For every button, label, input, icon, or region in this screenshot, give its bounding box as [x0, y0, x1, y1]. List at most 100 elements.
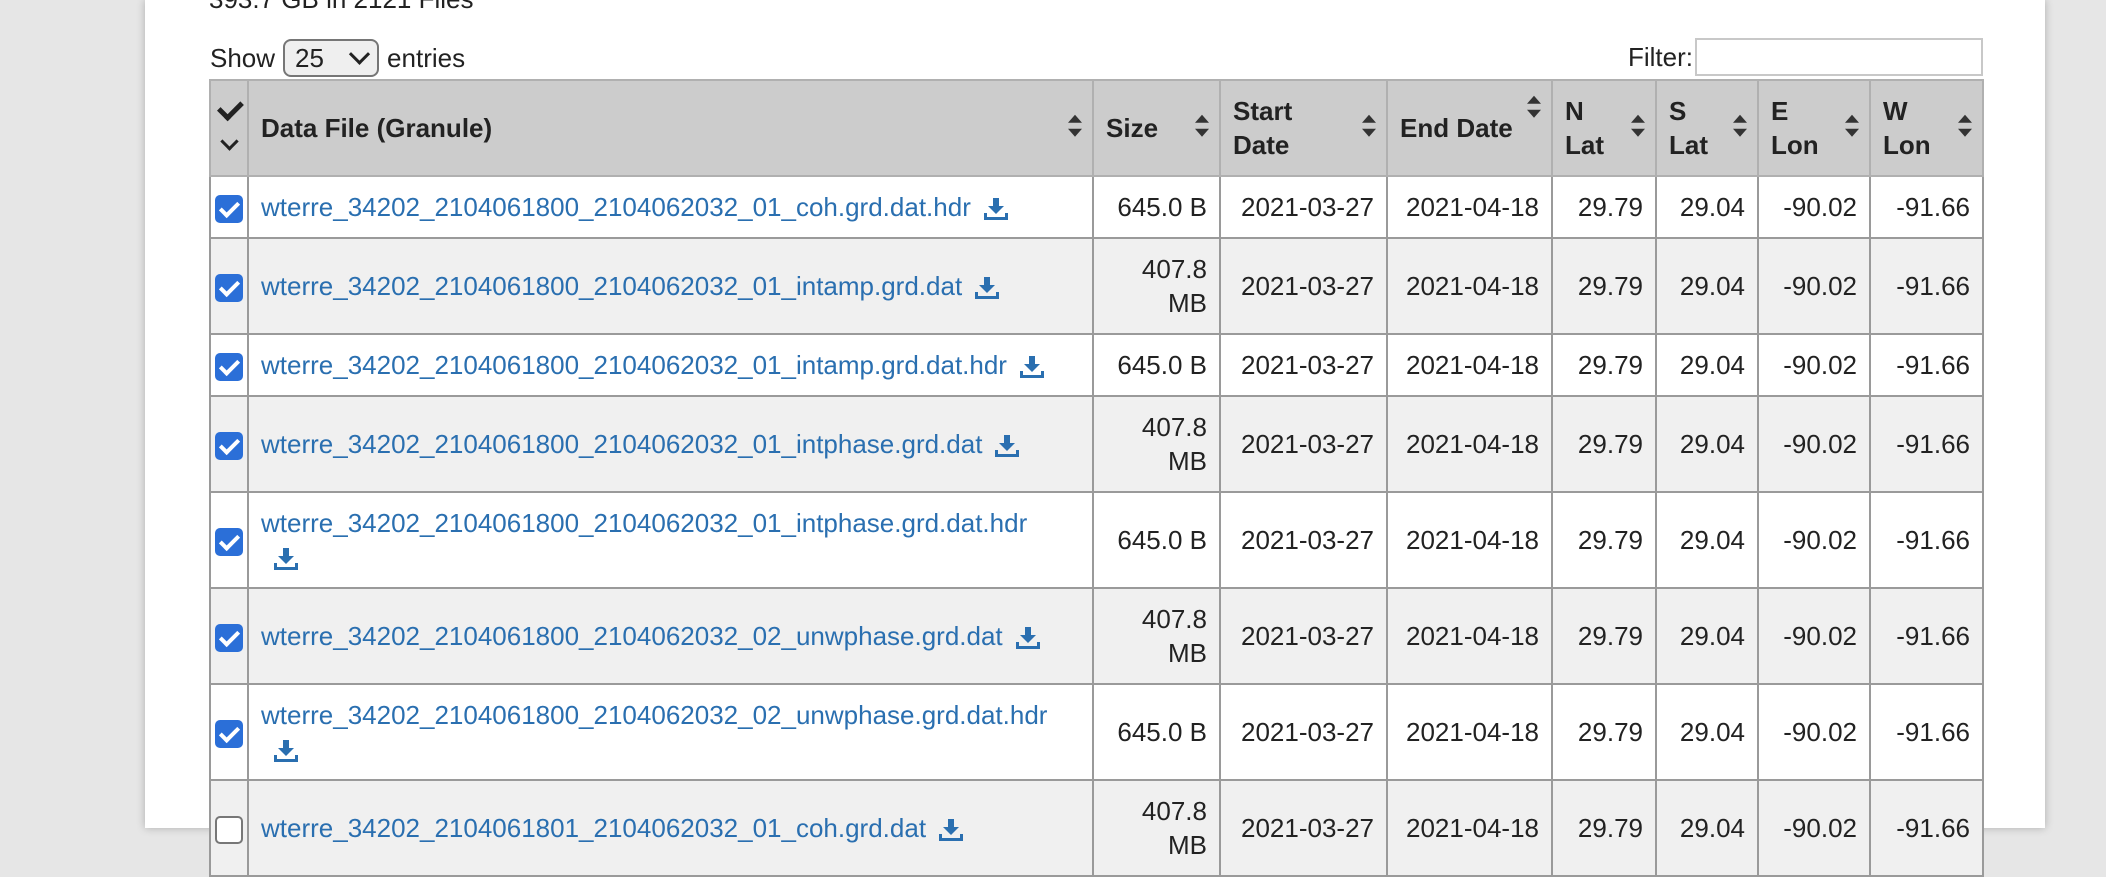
- row-checkbox[interactable]: [215, 353, 243, 382]
- granule-link[interactable]: wterre_34202_2104061800_2104062032_02_un…: [261, 700, 1047, 730]
- size-cell: 407.8 MB: [1092, 779, 1221, 877]
- sort-icon[interactable]: [1068, 114, 1082, 137]
- size-cell: 407.8 MB: [1092, 587, 1221, 685]
- end-date-cell: 2021-04-18: [1386, 395, 1553, 493]
- start-date-cell: 2021-03-27: [1219, 175, 1388, 239]
- w-lon-cell: -91.66: [1869, 779, 1984, 877]
- s-lat-cell: 29.04: [1655, 683, 1759, 781]
- filter-input[interactable]: [1695, 38, 1983, 76]
- column-header-end-date[interactable]: End Date: [1386, 79, 1553, 177]
- download-icon[interactable]: [273, 547, 299, 571]
- w-lon-cell: -91.66: [1869, 333, 1984, 397]
- download-icon[interactable]: [974, 276, 1000, 300]
- start-date-cell: 2021-03-27: [1219, 683, 1388, 781]
- chevron-down-icon: [348, 43, 371, 65]
- check-icon[interactable]: [217, 94, 244, 122]
- granule-link[interactable]: wterre_34202_2104061800_2104062032_01_in…: [261, 508, 1027, 538]
- column-header-file[interactable]: Data File (Granule): [247, 79, 1094, 177]
- row-checkbox[interactable]: [215, 195, 243, 224]
- size-cell: 407.8 MB: [1092, 395, 1221, 493]
- table-row: wterre_34202_2104061800_2104062032_01_in…: [209, 333, 1984, 397]
- granule-table: Data File (Granule) Size Start Date End …: [209, 79, 1984, 877]
- row-checkbox[interactable]: [215, 720, 243, 749]
- sort-icon[interactable]: [1733, 114, 1747, 137]
- s-lat-cell: 29.04: [1655, 333, 1759, 397]
- sort-icon[interactable]: [1631, 114, 1645, 137]
- w-lon-cell: -91.66: [1869, 237, 1984, 335]
- filter-control: Filter:: [1628, 38, 1983, 76]
- size-cell: 645.0 B: [1092, 491, 1221, 589]
- column-header-n-lat[interactable]: N Lat: [1551, 79, 1657, 177]
- w-lon-cell: -91.66: [1869, 175, 1984, 239]
- sort-icon[interactable]: [1958, 114, 1972, 137]
- e-lon-cell: -90.02: [1757, 175, 1871, 239]
- e-lon-cell: -90.02: [1757, 491, 1871, 589]
- sort-icon[interactable]: [1362, 114, 1376, 137]
- download-icon[interactable]: [938, 818, 964, 842]
- size-cell: 645.0 B: [1092, 683, 1221, 781]
- n-lat-cell: 29.79: [1551, 491, 1657, 589]
- page-length-control: Show 25 entries: [210, 38, 465, 78]
- row-checkbox[interactable]: [215, 624, 243, 653]
- table-row: wterre_34202_2104061800_2104062032_01_in…: [209, 237, 1984, 335]
- sort-icon[interactable]: [1195, 114, 1209, 137]
- column-header-size[interactable]: Size: [1092, 79, 1221, 177]
- start-date-cell: 2021-03-27: [1219, 587, 1388, 685]
- sort-icon[interactable]: [1845, 114, 1859, 137]
- download-icon[interactable]: [273, 739, 299, 763]
- granule-link[interactable]: wterre_34202_2104061800_2104062032_01_in…: [261, 271, 962, 301]
- n-lat-cell: 29.79: [1551, 683, 1657, 781]
- download-icon[interactable]: [994, 434, 1020, 458]
- e-lon-cell: -90.02: [1757, 395, 1871, 493]
- row-checkbox[interactable]: [215, 274, 243, 303]
- row-checkbox[interactable]: [215, 432, 243, 461]
- row-checkbox[interactable]: [215, 816, 243, 845]
- download-icon[interactable]: [1019, 355, 1045, 379]
- e-lon-cell: -90.02: [1757, 333, 1871, 397]
- table-row: wterre_34202_2104061800_2104062032_01_in…: [209, 395, 1984, 493]
- w-lon-cell: -91.66: [1869, 587, 1984, 685]
- end-date-cell: 2021-04-18: [1386, 237, 1553, 335]
- end-date-cell: 2021-04-18: [1386, 587, 1553, 685]
- s-lat-cell: 29.04: [1655, 491, 1759, 589]
- end-date-cell: 2021-04-18: [1386, 491, 1553, 589]
- table-row: wterre_34202_2104061800_2104062032_02_un…: [209, 683, 1984, 781]
- row-checkbox[interactable]: [215, 528, 243, 557]
- granule-link[interactable]: wterre_34202_2104061801_2104062032_01_co…: [261, 813, 926, 843]
- n-lat-cell: 29.79: [1551, 237, 1657, 335]
- select-all-header[interactable]: [209, 79, 249, 177]
- n-lat-cell: 29.79: [1551, 779, 1657, 877]
- chevron-down-icon[interactable]: [220, 132, 239, 151]
- e-lon-cell: -90.02: [1757, 779, 1871, 877]
- sort-icon[interactable]: [1527, 95, 1541, 118]
- size-cell: 645.0 B: [1092, 333, 1221, 397]
- download-icon[interactable]: [1015, 626, 1041, 650]
- granule-link[interactable]: wterre_34202_2104061800_2104062032_01_in…: [261, 429, 982, 459]
- n-lat-cell: 29.79: [1551, 333, 1657, 397]
- entries-select[interactable]: 25: [283, 39, 380, 77]
- s-lat-cell: 29.04: [1655, 395, 1759, 493]
- column-header-start-date[interactable]: Start Date: [1219, 79, 1388, 177]
- granule-link[interactable]: wterre_34202_2104061800_2104062032_01_co…: [261, 192, 971, 222]
- column-header-w-lon[interactable]: W Lon: [1869, 79, 1984, 177]
- filter-label: Filter:: [1628, 41, 1693, 72]
- column-header-s-lat[interactable]: S Lat: [1655, 79, 1759, 177]
- w-lon-cell: -91.66: [1869, 491, 1984, 589]
- table-header-row: Data File (Granule) Size Start Date End …: [209, 79, 1984, 177]
- column-header-e-lon[interactable]: E Lon: [1757, 79, 1871, 177]
- start-date-cell: 2021-03-27: [1219, 237, 1388, 335]
- w-lon-cell: -91.66: [1869, 395, 1984, 493]
- start-date-cell: 2021-03-27: [1219, 491, 1388, 589]
- table-row: wterre_34202_2104061800_2104062032_02_un…: [209, 587, 1984, 685]
- granule-link[interactable]: wterre_34202_2104061800_2104062032_01_in…: [261, 350, 1007, 380]
- s-lat-cell: 29.04: [1655, 175, 1759, 239]
- e-lon-cell: -90.02: [1757, 587, 1871, 685]
- entries-label: entries: [387, 42, 466, 73]
- w-lon-cell: -91.66: [1869, 683, 1984, 781]
- granule-link[interactable]: wterre_34202_2104061800_2104062032_02_un…: [261, 621, 1003, 651]
- dataset-summary: 393.7 GB in 2121 Files: [209, 0, 474, 15]
- s-lat-cell: 29.04: [1655, 779, 1759, 877]
- download-icon[interactable]: [983, 197, 1009, 221]
- size-cell: 407.8 MB: [1092, 237, 1221, 335]
- n-lat-cell: 29.79: [1551, 395, 1657, 493]
